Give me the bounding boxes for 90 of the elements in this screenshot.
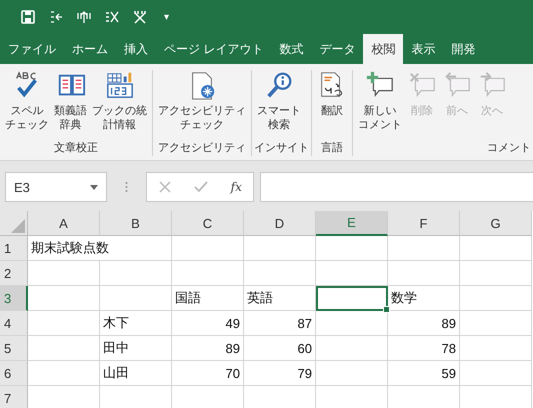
ribbon-button[interactable]: 翻訳	[315, 70, 349, 140]
table-cell	[172, 261, 244, 286]
table-cell	[28, 311, 100, 336]
table-cell: 60	[244, 336, 316, 361]
table-cell	[28, 286, 100, 311]
table-cell	[316, 311, 388, 336]
ribbon-tab[interactable]: ページ レイアウト	[156, 34, 272, 64]
table-cell	[388, 261, 460, 286]
table-cell	[172, 236, 244, 261]
table-cell: 79	[244, 361, 316, 386]
table-cell: 数学	[388, 286, 460, 311]
table-cell: 田中	[100, 336, 172, 361]
formula-input[interactable]	[260, 172, 533, 202]
row-header[interactable]: 7	[0, 386, 28, 408]
table-cell	[460, 286, 532, 311]
row-header[interactable]: 1	[0, 236, 28, 261]
ribbon-tab[interactable]: 挿入	[116, 34, 156, 64]
group-label: 文章校正	[53, 140, 99, 156]
table-cell	[460, 336, 532, 361]
fill-handle[interactable]	[383, 306, 390, 313]
group-label: 言語	[320, 140, 344, 156]
table-cell	[244, 236, 316, 261]
table-cell	[316, 261, 388, 286]
table-cell: 89	[388, 311, 460, 336]
ribbon-button[interactable]: ブックの統 計情報	[90, 70, 149, 140]
ribbon-button[interactable]: 新しい コメント	[356, 70, 404, 140]
ribbon-button[interactable]: スマート 検索	[255, 70, 303, 140]
dropdown-icon[interactable]	[90, 184, 98, 190]
table-cell	[28, 361, 100, 386]
table-cell: 国語	[172, 286, 244, 311]
table-cell	[28, 336, 100, 361]
ribbon-button[interactable]: アクセシビリティ チェック	[156, 70, 248, 140]
group-label: コメント	[486, 141, 532, 156]
table-cell	[460, 311, 532, 336]
table-cell	[388, 236, 460, 261]
column-header[interactable]: F	[388, 211, 460, 236]
column-header[interactable]: E	[316, 211, 388, 236]
column-header[interactable]: D	[244, 211, 316, 236]
table-cell: 89	[172, 336, 244, 361]
ribbon-tab[interactable]: 数式	[271, 34, 312, 64]
column-header[interactable]: G	[460, 211, 532, 236]
table-cell: 87	[244, 311, 316, 336]
group-label: インサイト	[253, 141, 310, 156]
ribbon-tab[interactable]: ホーム	[64, 34, 116, 64]
table-cell: 78	[388, 336, 460, 361]
row-header[interactable]: 2	[0, 261, 28, 286]
statistics-icon	[104, 70, 134, 100]
table-cell: 英語	[244, 286, 316, 311]
group-label: アクセシビリティ	[157, 141, 247, 156]
customize-menu[interactable]: ▾	[160, 11, 173, 23]
table-cell: 49	[172, 311, 244, 336]
column-header[interactable]: C	[172, 211, 244, 236]
check-icon[interactable]	[194, 180, 208, 194]
row-header[interactable]: 5	[0, 336, 28, 361]
save-icon[interactable]	[20, 9, 36, 25]
clear-icon[interactable]	[104, 9, 120, 25]
name-box[interactable]: E3	[5, 172, 107, 202]
comment-add-icon	[365, 70, 395, 100]
table-cell: 59	[388, 361, 460, 386]
ribbon-tab[interactable]: ファイル	[0, 34, 64, 64]
drag-handle-icon[interactable]	[125, 181, 128, 193]
ribbon-tab[interactable]: データ	[311, 34, 364, 64]
ribbon-tab[interactable]: 校閲	[363, 34, 404, 64]
column-header[interactable]: B	[100, 211, 172, 236]
table-cell	[100, 261, 172, 286]
column-header[interactable]: A	[28, 211, 100, 236]
table-cell: 70	[172, 361, 244, 386]
row-header[interactable]: 4	[0, 311, 28, 336]
table-cell	[460, 236, 532, 261]
table-cell: 山田	[100, 361, 172, 386]
ribbon-tab[interactable]: 表示	[403, 34, 444, 64]
selected-cell[interactable]	[316, 286, 388, 311]
row-header[interactable]: 6	[0, 361, 28, 386]
row-header[interactable]: 3	[0, 286, 28, 311]
table-cell	[460, 261, 532, 286]
ribbon-button[interactable]: スペル チェック	[3, 70, 51, 140]
table-cell	[316, 361, 388, 386]
comment-delete-icon	[407, 70, 437, 100]
table-cell	[460, 361, 532, 386]
table-cell	[100, 286, 172, 311]
ribbon-tab[interactable]: 開発	[443, 34, 484, 64]
table-cell	[28, 261, 100, 286]
insert-function-button[interactable]: fx	[230, 180, 242, 194]
table-cell	[316, 236, 388, 261]
ribbon-button[interactable]: 類義語 辞典	[52, 70, 89, 140]
table-cell	[316, 336, 388, 361]
table-cell: 期末試験点数	[28, 236, 172, 261]
table-cell: 木下	[100, 311, 172, 336]
table-cell	[244, 261, 316, 286]
indent-icon[interactable]	[48, 9, 64, 25]
